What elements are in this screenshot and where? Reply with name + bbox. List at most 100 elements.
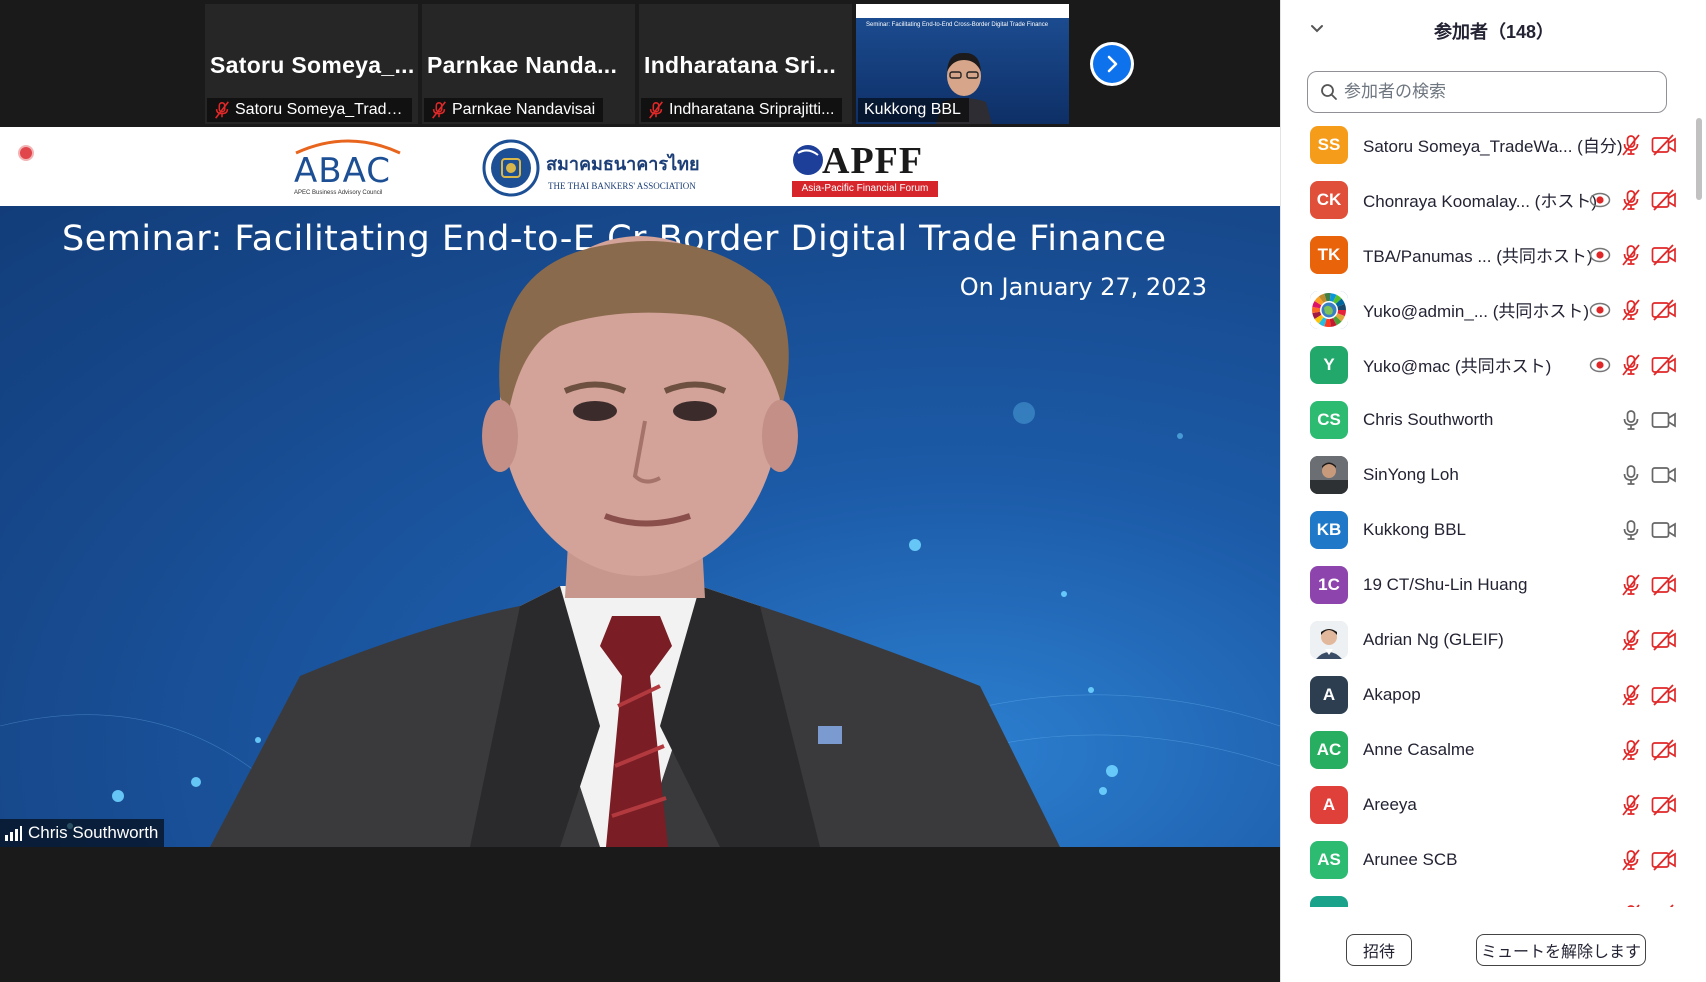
participant-row[interactable]: 1C 19 CT/Shu-Lin Huang <box>1281 557 1695 612</box>
participant-row[interactable]: KB Kukkong BBL <box>1281 502 1695 557</box>
avatar: SS <box>1310 125 1348 164</box>
participant-row[interactable]: Y Yuko@mac (共同ホスト) <box>1281 337 1695 392</box>
mic-icon[interactable] <box>1621 464 1641 486</box>
participant-name: Satoru Someya_Trade... <box>235 101 404 118</box>
participant-name-tag: Satoru Someya_Trade... <box>207 98 412 122</box>
participant-display-name: Parnkae Nanda... <box>427 52 618 78</box>
speaker-name-tag: Chris Southworth <box>0 819 165 847</box>
recording-permission-icon <box>1589 192 1611 207</box>
participant-row[interactable]: TK TBA/Panumas ... (共同ホスト) <box>1281 227 1695 282</box>
unmute-all-button[interactable]: ミュートを解除します <box>1476 934 1646 966</box>
participant-row[interactable]: A Areeya <box>1281 777 1695 832</box>
participant-name: Indharatana Sriprajitti... <box>669 101 835 118</box>
participant-row[interactable]: Yuko@admin_... (共同ホスト) <box>1281 282 1695 337</box>
video-icon[interactable] <box>1651 464 1677 486</box>
active-speaker-video[interactable]: ABAC APEC Business Advisory Council สมาค… <box>0 127 1280 847</box>
thumbnail-strip: Satoru Someya_... Satoru Someya_Trade... P… <box>205 4 1069 124</box>
participant-name: TBA/Panumas ... (共同ホスト) <box>1363 247 1593 266</box>
video-off-icon[interactable] <box>1651 683 1677 706</box>
participant-name: Yuko@admin_... (共同ホスト) <box>1363 302 1590 321</box>
participant-name: Parnkae Nandavisai <box>452 101 596 118</box>
recording-permission-icon <box>1589 247 1611 262</box>
avatar-initials: A <box>1322 684 1336 704</box>
participant-thumbnail[interactable]: Seminar: Facilitating End-to-End Cross-B… <box>856 4 1069 124</box>
video-off-icon[interactable] <box>1651 848 1677 871</box>
participant-list: SS Satoru Someya_TradeWa... (自分) CK Chonray… <box>1281 117 1695 907</box>
participant-status-icons <box>1589 282 1677 337</box>
participant-row[interactable]: SinYong Loh <box>1281 447 1695 502</box>
video-off-icon[interactable] <box>1651 573 1677 596</box>
panel-title: 参加者（148） <box>1433 22 1555 42</box>
avatar-initials: KB <box>1316 519 1342 539</box>
video-icon[interactable] <box>1651 519 1677 541</box>
video-icon[interactable] <box>1651 409 1677 431</box>
participant-thumbnail[interactable]: Indharatana Sri... Indharatana Sriprajitt… <box>639 4 852 124</box>
next-page-button[interactable] <box>1090 42 1134 86</box>
mic-muted-icon[interactable] <box>1621 683 1641 706</box>
participant-row[interactable]: Adrian Ng (GLEIF) <box>1281 612 1695 667</box>
video-off-icon[interactable] <box>1651 243 1677 266</box>
mic-muted-icon[interactable] <box>1621 903 1641 908</box>
participant-thumbnail[interactable]: Parnkae Nanda... Parnkae Nandavisai <box>422 4 635 124</box>
avatar-initials: SS <box>1317 134 1341 154</box>
participant-name: Areeya <box>1363 794 1417 814</box>
participant-row[interactable] <box>1281 887 1695 907</box>
video-off-icon[interactable] <box>1651 133 1677 156</box>
participant-name: Chonraya Koomalay... (ホスト) <box>1363 192 1597 211</box>
avatar-initials: Y <box>1323 354 1335 374</box>
video-off-icon[interactable] <box>1651 903 1677 908</box>
scrollbar-thumb[interactable] <box>1696 118 1702 200</box>
participant-display-name: Satoru Someya_... <box>210 52 415 78</box>
avatar-initials: CK <box>1316 189 1342 209</box>
mic-muted-icon[interactable] <box>1621 243 1641 266</box>
mic-muted-icon[interactable] <box>1621 188 1641 211</box>
mini-slide-title: Seminar: Facilitating End-to-End Cross-B… <box>866 22 1049 28</box>
mic-muted-icon[interactable] <box>1621 133 1641 156</box>
participant-display-name: Indharatana Sri... <box>644 52 837 78</box>
avatar <box>1310 455 1348 494</box>
participant-row[interactable]: SS Satoru Someya_TradeWa... (自分) <box>1281 117 1695 172</box>
search-input[interactable] <box>1344 82 1664 102</box>
participant-thumbnail[interactable]: Satoru Someya_... Satoru Someya_Trade... <box>205 4 418 124</box>
participant-name-tag: Indharatana Sriprajitti... <box>641 98 843 122</box>
mic-icon[interactable] <box>1621 519 1641 541</box>
mic-muted-icon[interactable] <box>1621 298 1641 321</box>
mic-muted-icon[interactable] <box>1621 738 1641 761</box>
mic-muted-icon[interactable] <box>1621 353 1641 376</box>
participant-name: 19 CT/Shu-Lin Huang <box>1363 574 1528 594</box>
participant-search[interactable] <box>1307 71 1667 113</box>
participant-row[interactable]: CS Chris Southworth <box>1281 392 1695 447</box>
participant-row[interactable]: AS Arunee SCB <box>1281 832 1695 887</box>
participant-status-icons <box>1621 447 1677 502</box>
participant-status-icons <box>1621 667 1677 722</box>
mic-muted-icon[interactable] <box>1621 628 1641 651</box>
mic-muted-icon[interactable] <box>1621 573 1641 596</box>
participant-name: Anne Casalme <box>1363 739 1475 759</box>
video-off-icon[interactable] <box>1651 298 1677 321</box>
signal-strength-icon <box>5 826 22 841</box>
mic-icon[interactable] <box>1621 409 1641 431</box>
participant-row[interactable]: AC Anne Casalme <box>1281 722 1695 777</box>
video-off-icon[interactable] <box>1651 738 1677 761</box>
video-off-icon[interactable] <box>1651 628 1677 651</box>
video-off-icon[interactable] <box>1651 188 1677 211</box>
mic-muted-icon[interactable] <box>1621 848 1641 871</box>
recording-permission-icon <box>1589 302 1611 317</box>
participant-name: Kukkong BBL <box>1363 519 1467 539</box>
participant-name: Akapop <box>1363 684 1421 704</box>
participant-name: Chris Southworth <box>1363 409 1494 429</box>
avatar: A <box>1310 785 1348 824</box>
meeting-area: Satoru Someya_... Satoru Someya_Trade... P… <box>0 0 1280 982</box>
invite-button[interactable]: 招待 <box>1346 934 1412 966</box>
avatar: KB <box>1310 510 1348 549</box>
avatar: Y <box>1310 345 1348 384</box>
participant-status-icons <box>1621 722 1677 777</box>
participant-status-icons <box>1621 612 1677 667</box>
video-off-icon[interactable] <box>1651 793 1677 816</box>
video-off-icon[interactable] <box>1651 353 1677 376</box>
mic-muted-icon[interactable] <box>1621 793 1641 816</box>
participant-name: Arunee SCB <box>1363 849 1458 869</box>
participant-list-scrollbar[interactable] <box>1695 118 1703 908</box>
participant-row[interactable]: CK Chonraya Koomalay... (ホスト) <box>1281 172 1695 227</box>
participant-row[interactable]: A Akapop <box>1281 667 1695 722</box>
